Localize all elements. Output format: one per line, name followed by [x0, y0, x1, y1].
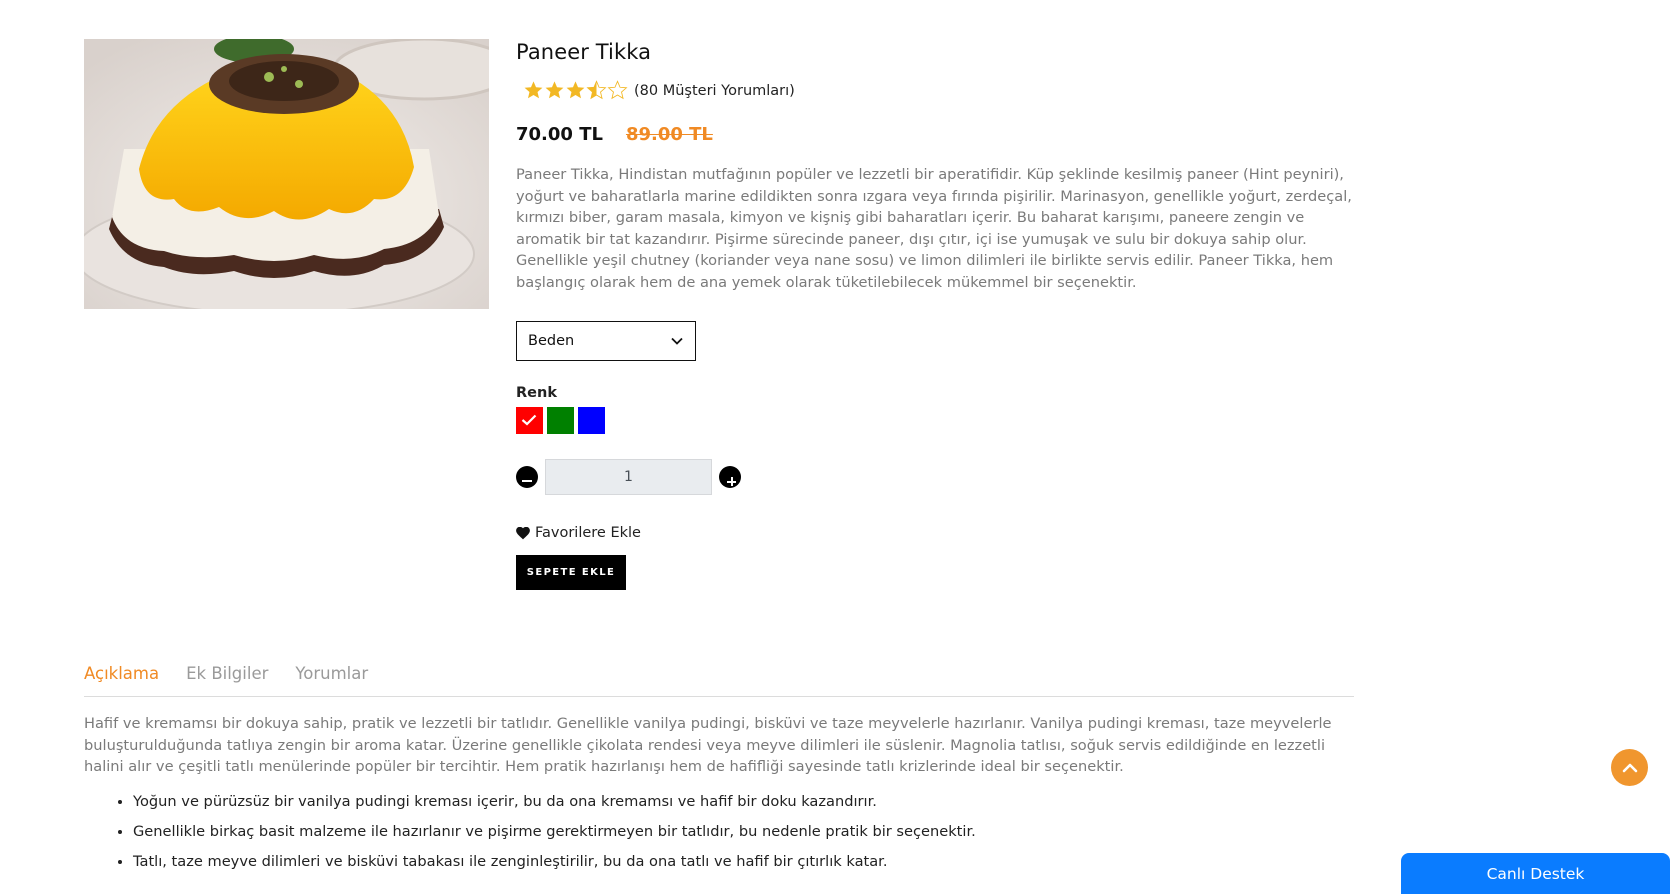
star-full-icon	[545, 81, 564, 99]
chevron-up-icon	[1622, 763, 1637, 772]
star-full-icon	[566, 81, 585, 99]
star-full-icon	[524, 81, 543, 99]
color-swatches	[516, 407, 1352, 434]
tab-additional-info[interactable]: Ek Bilgiler	[186, 662, 268, 696]
color-swatch[interactable]	[578, 407, 605, 434]
price-old: 89.00 TL	[625, 124, 713, 145]
product-info: Paneer Tikka (80 Müşteri Yorumları) 70.0…	[516, 38, 1352, 590]
color-swatch[interactable]	[547, 407, 574, 434]
star-half-icon	[586, 80, 607, 100]
quantity-input[interactable]: 1	[545, 459, 712, 495]
add-to-favorites[interactable]: Favorilere Ekle	[516, 525, 1352, 541]
product-tabs: Açıklama Ek Bilgiler Yorumlar	[84, 662, 1354, 697]
decrease-quantity-button[interactable]	[516, 466, 538, 488]
quantity-stepper: 1	[516, 459, 1352, 495]
favorite-label: Favorilere Ekle	[535, 525, 641, 541]
list-item: Yoğun ve pürüzsüz bir vanilya pudingi kr…	[133, 792, 1354, 811]
product-title: Paneer Tikka	[516, 40, 652, 64]
price-row: 70.00 TL 89.00 TL	[516, 124, 1352, 145]
tab-description: Hafif ve kremamsı bir dokuya sahip, prat…	[84, 715, 1332, 775]
tab-reviews[interactable]: Yorumlar	[295, 662, 368, 696]
heart-icon	[516, 526, 530, 539]
feature-list: Yoğun ve pürüzsüz bir vanilya pudingi kr…	[84, 792, 1354, 871]
chevron-down-icon	[671, 337, 683, 345]
increase-quantity-button[interactable]	[719, 466, 741, 488]
color-label: Renk	[516, 385, 557, 401]
checkmark-icon	[521, 414, 537, 426]
rating-row: (80 Müşteri Yorumları)	[516, 80, 1352, 101]
scroll-to-top-button[interactable]	[1611, 749, 1648, 786]
price-current: 70.00 TL	[516, 124, 603, 145]
live-support-button[interactable]: Canlı Destek	[1401, 853, 1670, 894]
color-swatch[interactable]	[516, 407, 543, 434]
tab-content: Hafif ve kremamsı bir dokuya sahip, prat…	[84, 713, 1354, 882]
review-count[interactable]: (80 Müşteri Yorumları)	[634, 83, 795, 99]
list-item: Genellikle birkaç basit malzeme ile hazı…	[133, 822, 1354, 841]
tab-description[interactable]: Açıklama	[84, 662, 159, 696]
star-rating	[523, 80, 628, 101]
add-to-cart-button[interactable]: SEPETE EKLE	[516, 555, 626, 590]
size-select-value: Beden	[528, 333, 575, 349]
product-image	[84, 39, 489, 309]
star-empty-icon	[607, 80, 628, 100]
product-description: Paneer Tikka, Hindistan mutfağının popül…	[516, 166, 1352, 291]
size-select[interactable]: Beden	[516, 321, 696, 361]
list-item: Tatlı, taze meyve dilimleri ve bisküvi t…	[133, 852, 1354, 871]
